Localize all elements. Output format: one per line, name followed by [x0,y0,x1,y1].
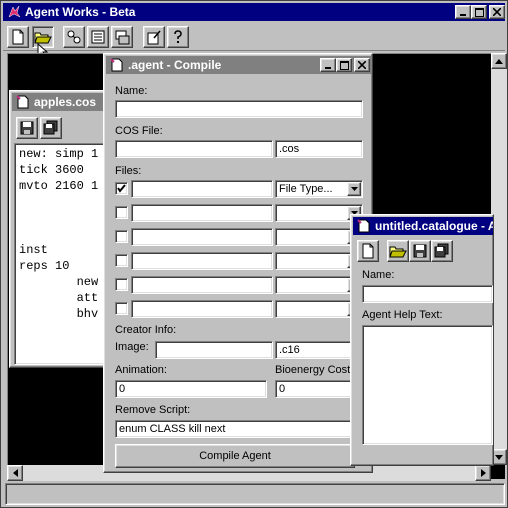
cos-file-field[interactable] [115,140,273,158]
arrow-down-icon [495,454,503,460]
dropdown-button[interactable] [347,182,361,196]
bioenergy-cost-label: Bioenergy Cost: [275,364,354,376]
save-all-icon [43,120,58,135]
file-checkbox[interactable] [115,230,128,243]
minimize-icon [460,14,466,16]
name-field[interactable] [115,100,363,118]
file-path-field[interactable] [131,252,273,270]
main-toolbar [3,23,505,59]
main-title: Agent Works - Beta [25,5,136,19]
catalogue-save-button[interactable] [409,240,431,262]
scroll-right-button[interactable] [475,465,491,481]
cos-file-label: COS File: [115,125,163,137]
file-checkbox[interactable] [115,278,128,291]
files-label: Files: [115,165,142,177]
catalogue-new-button[interactable] [357,240,379,262]
agent-works-app-icon [8,5,21,18]
arrow-left-icon [12,469,18,477]
document-icon [16,95,29,109]
catalogue-window: untitled.catalogue - A Name: Agent Help … [350,214,494,466]
image-field[interactable] [155,341,273,359]
file-checkbox[interactable] [115,302,128,315]
toolbar-organizer-button[interactable] [87,26,109,48]
compile-maximize-button[interactable] [336,58,352,72]
save-disk-icon [413,244,427,258]
compile-close-button[interactable] [354,58,370,72]
agent-help-text-label: Agent Help Text: [362,309,443,321]
open-folder-icon [34,32,52,44]
compile-agent-label: Compile Agent [199,450,271,462]
agent-help-text-area[interactable] [362,325,493,445]
catalogue-open-button[interactable] [387,240,409,262]
toolbar-edit-catalogue-button[interactable] [143,26,165,48]
main-title-bar[interactable]: Agent Works - Beta [3,3,505,21]
toolbar-injector-button[interactable] [63,26,85,48]
toolbar-new-button[interactable] [7,26,29,48]
catalogue-title: untitled.catalogue - A [375,219,493,233]
maximize-icon [339,60,349,70]
toolbar-compile-button[interactable] [111,26,133,48]
save-all-icon [434,243,449,258]
main-minimize-button[interactable] [455,5,471,19]
compile-window: .agent - Compile Name: COS File: .cos Fi… [103,53,373,473]
close-icon [493,8,501,16]
toolbar-help-button[interactable] [167,26,189,48]
catalogue-name-field[interactable] [362,285,493,303]
minimize-icon [325,67,331,69]
animation-label: Animation: [115,364,167,376]
arrow-right-icon [480,469,486,477]
main-maximize-button[interactable] [471,5,487,19]
open-folder-icon [389,246,407,258]
file-checkbox[interactable] [115,182,128,195]
catalogue-title-bar[interactable]: untitled.catalogue - A [353,217,493,235]
catalogue-toolbar [355,239,465,265]
cos-extension-field[interactable]: .cos [275,140,363,158]
chevron-down-icon [350,187,358,191]
new-file-icon [12,29,24,45]
save-disk-icon [20,121,34,135]
apples-save-all-button[interactable] [40,117,62,139]
image-extension-field[interactable]: .c16 [275,341,353,359]
apples-save-button[interactable] [16,117,38,139]
scroll-up-button[interactable] [491,53,507,69]
organizer-icon [91,30,105,44]
image-label: Image: [115,341,149,353]
creator-info-label: Creator Info: [115,324,177,336]
catalogue-save-all-button[interactable] [431,240,453,262]
file-path-field[interactable] [131,300,273,318]
compile-title-bar[interactable]: .agent - Compile [106,56,372,74]
file-checkbox[interactable] [115,206,128,219]
scroll-left-button[interactable] [7,465,23,481]
edit-catalogue-icon [147,30,161,45]
document-icon [357,219,370,233]
checkmark-icon [117,184,126,193]
animation-field[interactable]: 0 [115,380,267,398]
remove-script-field[interactable]: enum CLASS kill next [115,420,355,438]
maximize-icon [474,7,484,17]
compile-icon [115,30,130,45]
compile-title: .agent - Compile [128,58,222,72]
name-label: Name: [115,85,148,97]
compile-agent-button[interactable]: Compile Agent [115,444,355,468]
file-type-value: File Type... [279,183,333,195]
catalogue-name-label: Name: [362,269,395,281]
arrow-up-icon [495,58,503,64]
file-type-select[interactable]: File Type... [275,180,363,198]
status-bar [5,483,505,505]
new-file-icon [362,243,374,259]
help-icon [174,30,182,43]
bioenergy-cost-field[interactable]: 0 [275,380,353,398]
file-path-field[interactable] [131,204,273,222]
agent-injector-icon [67,30,81,44]
remove-script-label: Remove Script: [115,404,191,416]
compile-minimize-button[interactable] [320,58,336,72]
file-path-field[interactable] [131,276,273,294]
close-icon [358,61,366,69]
file-path-field[interactable] [131,228,273,246]
apples-title: apples.cos [34,95,97,109]
document-icon [110,58,123,72]
main-close-button[interactable] [489,5,505,19]
file-path-field[interactable] [131,180,273,198]
file-checkbox[interactable] [115,254,128,267]
